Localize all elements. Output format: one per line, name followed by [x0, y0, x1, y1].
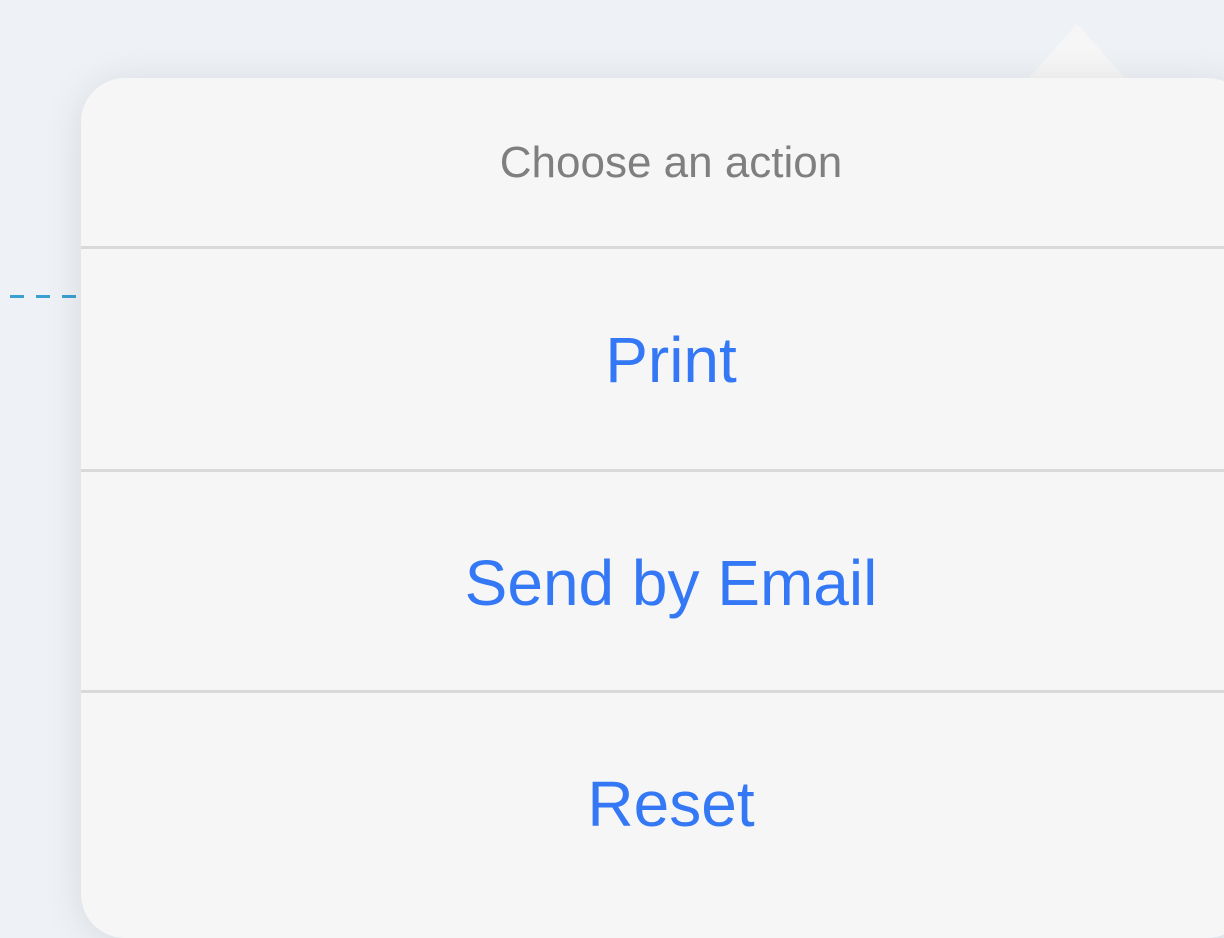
send-by-email-button[interactable]: Send by Email [81, 473, 1224, 692]
popover-arrow [1027, 24, 1127, 80]
popover-title: Choose an action [499, 138, 843, 187]
divider [81, 690, 1224, 693]
dashed-connector-line [10, 295, 82, 298]
divider [81, 246, 1224, 249]
print-button[interactable]: Print [81, 250, 1224, 469]
divider [81, 469, 1224, 472]
action-popover: Choose an action Print Send by Email Res… [81, 78, 1224, 938]
reset-button[interactable]: Reset [81, 694, 1224, 913]
